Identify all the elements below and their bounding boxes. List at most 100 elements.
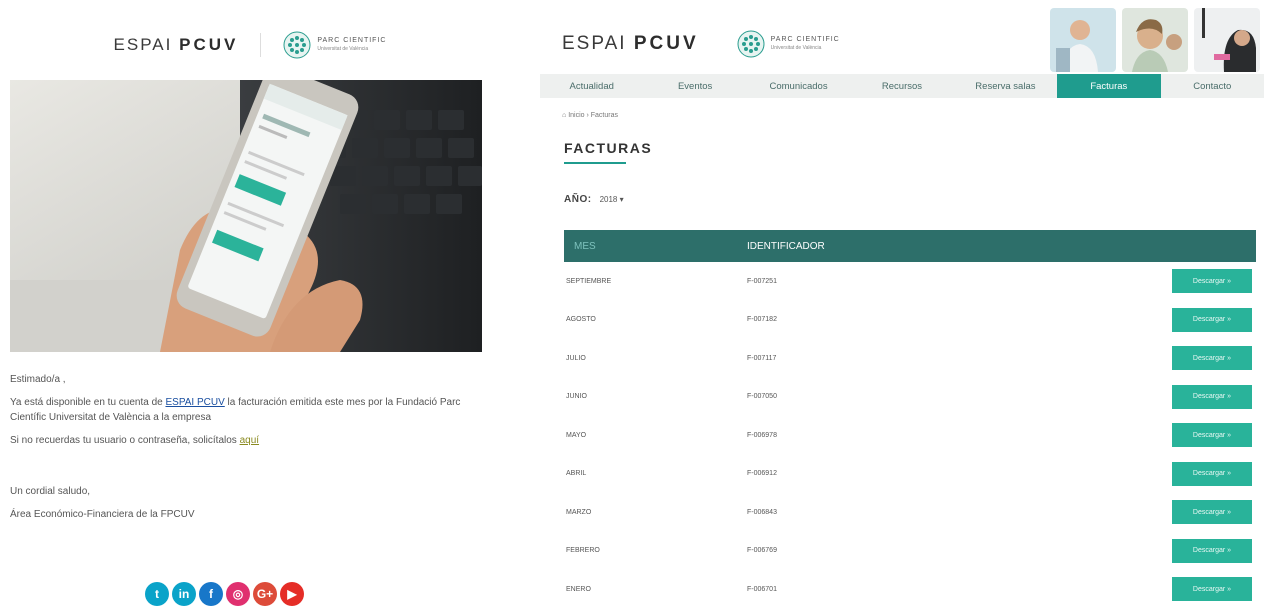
breadcrumb-text[interactable]: Inicio › Facturas	[568, 112, 618, 119]
header-divider	[260, 33, 262, 57]
nav-item-actualidad[interactable]: Actualidad	[540, 74, 643, 98]
closing: Un cordial saludo,	[10, 486, 91, 497]
forgot-paragraph: Si no recuerdas tu usuario o contraseña,…	[10, 433, 480, 448]
forgot-credentials-link[interactable]: aquí	[240, 435, 259, 446]
intro-text-start: Ya está disponible en tu cuenta de	[10, 397, 166, 408]
download-button[interactable]: Descargar »	[1172, 423, 1252, 448]
signature: Área Económico-Financiera de la FPCUV	[10, 509, 195, 520]
row-actions: Descargar »	[1166, 346, 1256, 371]
row-identifier: F-006769	[747, 547, 777, 555]
page-title: FACTURAS	[564, 140, 653, 156]
row-month: MAYO	[566, 431, 587, 439]
brand-light-text: ESPAI	[562, 33, 627, 54]
twitter-icon[interactable]: t	[145, 582, 169, 606]
intro-paragraph: Ya está disponible en tu cuenta de ESPAI…	[10, 395, 480, 425]
row-month: FEBRERO	[566, 547, 600, 555]
instagram-icon[interactable]: ◎	[226, 582, 250, 606]
row-actions: Descargar »	[1166, 307, 1256, 332]
header-photos	[1050, 8, 1260, 72]
row-actions: Descargar »	[1166, 461, 1256, 486]
facebook-icon[interactable]: f	[199, 582, 223, 606]
hero-phone-image	[10, 80, 482, 352]
table-row: JUNIO F-007050 Descargar »	[564, 378, 1256, 417]
row-identifier: F-006978	[747, 431, 777, 439]
row-month: ENERO	[566, 585, 591, 593]
parc-emblem-icon	[737, 30, 765, 58]
espai-pcuv-logo[interactable]: ESPAI PCUV	[562, 33, 699, 55]
nav-item-reserva-salas[interactable]: Reserva salas	[954, 74, 1057, 98]
linkedin-icon[interactable]: in	[172, 582, 196, 606]
row-identifier: F-007050	[747, 393, 777, 401]
nav-item-recursos[interactable]: Recursos	[850, 74, 953, 98]
nav-item-contacto[interactable]: Contacto	[1161, 74, 1264, 98]
parc-cientific-logo[interactable]: PARC CIENTIFIC Universitat de València	[737, 30, 840, 58]
website-facturas-page: ESPAI PCUV PARC CIENTIFIC Universitat de…	[540, 0, 1264, 609]
parc-subtitle: Universitat de València	[770, 45, 822, 51]
table-row: ABRIL F-006912 Descargar »	[564, 455, 1256, 494]
row-month: AGOSTO	[566, 316, 596, 324]
table-row: FEBRERO F-006769 Descargar »	[564, 532, 1256, 571]
site-header: ESPAI PCUV PARC CIENTIFIC Universitat de…	[562, 30, 840, 58]
table-row: SEPTIEMBRE F-007251 Descargar »	[564, 262, 1256, 301]
table-header: MES IDENTIFICADOR	[564, 230, 1256, 262]
nav-item-comunicados[interactable]: Comunicados	[747, 74, 850, 98]
column-header-identifier: IDENTIFICADOR	[747, 240, 825, 252]
google-plus-icon[interactable]: G+	[253, 582, 277, 606]
breadcrumb: ⌂ Inicio › Facturas	[562, 112, 618, 119]
brand-light-text: ESPAI	[113, 35, 173, 54]
row-identifier: F-006843	[747, 508, 777, 516]
download-button[interactable]: Descargar »	[1172, 500, 1252, 525]
email-preview: ESPAI PCUV PARC CIENTIFIC Universitat de…	[0, 0, 500, 609]
download-button[interactable]: Descargar »	[1172, 307, 1252, 332]
main-nav: Actualidad Eventos Comunicados Recursos …	[540, 74, 1264, 98]
row-identifier: F-006912	[747, 470, 777, 478]
row-identifier: F-007117	[747, 354, 777, 362]
row-month: ABRIL	[566, 470, 587, 478]
row-actions: Descargar »	[1166, 384, 1256, 409]
forgot-text: Si no recuerdas tu usuario o contraseña,…	[10, 435, 240, 446]
email-header: ESPAI PCUV PARC CIENTIFIC Universitat de…	[0, 30, 500, 60]
row-month: JULIO	[566, 354, 586, 362]
title-underline	[564, 162, 626, 164]
table-row: MAYO F-006978 Descargar »	[564, 416, 1256, 455]
parc-cientific-logo: PARC CIENTIFIC Universitat de València	[283, 31, 386, 59]
table-row: AGOSTO F-007182 Descargar »	[564, 301, 1256, 340]
year-filter: AÑO: 2018 ▾	[564, 194, 624, 205]
table-row: JULIO F-007117 Descargar »	[564, 339, 1256, 378]
header-photo-lab	[1050, 8, 1116, 72]
row-month: SEPTIEMBRE	[566, 277, 612, 285]
row-actions: Descargar »	[1166, 423, 1256, 448]
download-button[interactable]: Descargar »	[1172, 269, 1252, 294]
year-label: AÑO:	[564, 194, 592, 205]
home-icon[interactable]: ⌂	[562, 112, 566, 119]
youtube-icon[interactable]: ▶	[280, 582, 304, 606]
brand-bold-text: PCUV	[179, 35, 239, 54]
row-month: JUNIO	[566, 393, 587, 401]
table-row: MARZO F-006843 Descargar »	[564, 493, 1256, 532]
parc-title: PARC CIENTIFIC	[770, 36, 840, 43]
row-month: MARZO	[566, 508, 592, 516]
header-photo-people	[1122, 8, 1188, 72]
download-button[interactable]: Descargar »	[1172, 461, 1252, 486]
nav-item-eventos[interactable]: Eventos	[643, 74, 746, 98]
row-actions: Descargar »	[1166, 538, 1256, 563]
column-header-month: MES	[574, 240, 596, 252]
row-actions: Descargar »	[1166, 577, 1256, 602]
greeting: Estimado/a ,	[10, 374, 66, 385]
table-body: SEPTIEMBRE F-007251 Descargar » AGOSTO F-007…	[564, 262, 1256, 609]
download-button[interactable]: Descargar »	[1172, 346, 1252, 371]
download-button[interactable]: Descargar »	[1172, 384, 1252, 409]
row-identifier: F-007182	[747, 316, 777, 324]
download-button[interactable]: Descargar »	[1172, 538, 1252, 563]
header-photo-researcher	[1194, 8, 1260, 72]
year-select[interactable]: 2018 ▾	[600, 195, 624, 204]
table-row: ENERO F-006701 Descargar »	[564, 570, 1256, 609]
nav-item-facturas[interactable]: Facturas	[1057, 74, 1161, 98]
row-actions: Descargar »	[1166, 500, 1256, 525]
row-identifier: F-007251	[747, 277, 777, 285]
email-body: Estimado/a , Ya está disponible en tu cu…	[10, 372, 480, 530]
espai-pcuv-link[interactable]: ESPAI PCUV	[165, 397, 224, 408]
download-button[interactable]: Descargar »	[1172, 577, 1252, 602]
invoices-table: MES IDENTIFICADOR SEPTIEMBRE F-007251 Desc…	[564, 230, 1256, 609]
